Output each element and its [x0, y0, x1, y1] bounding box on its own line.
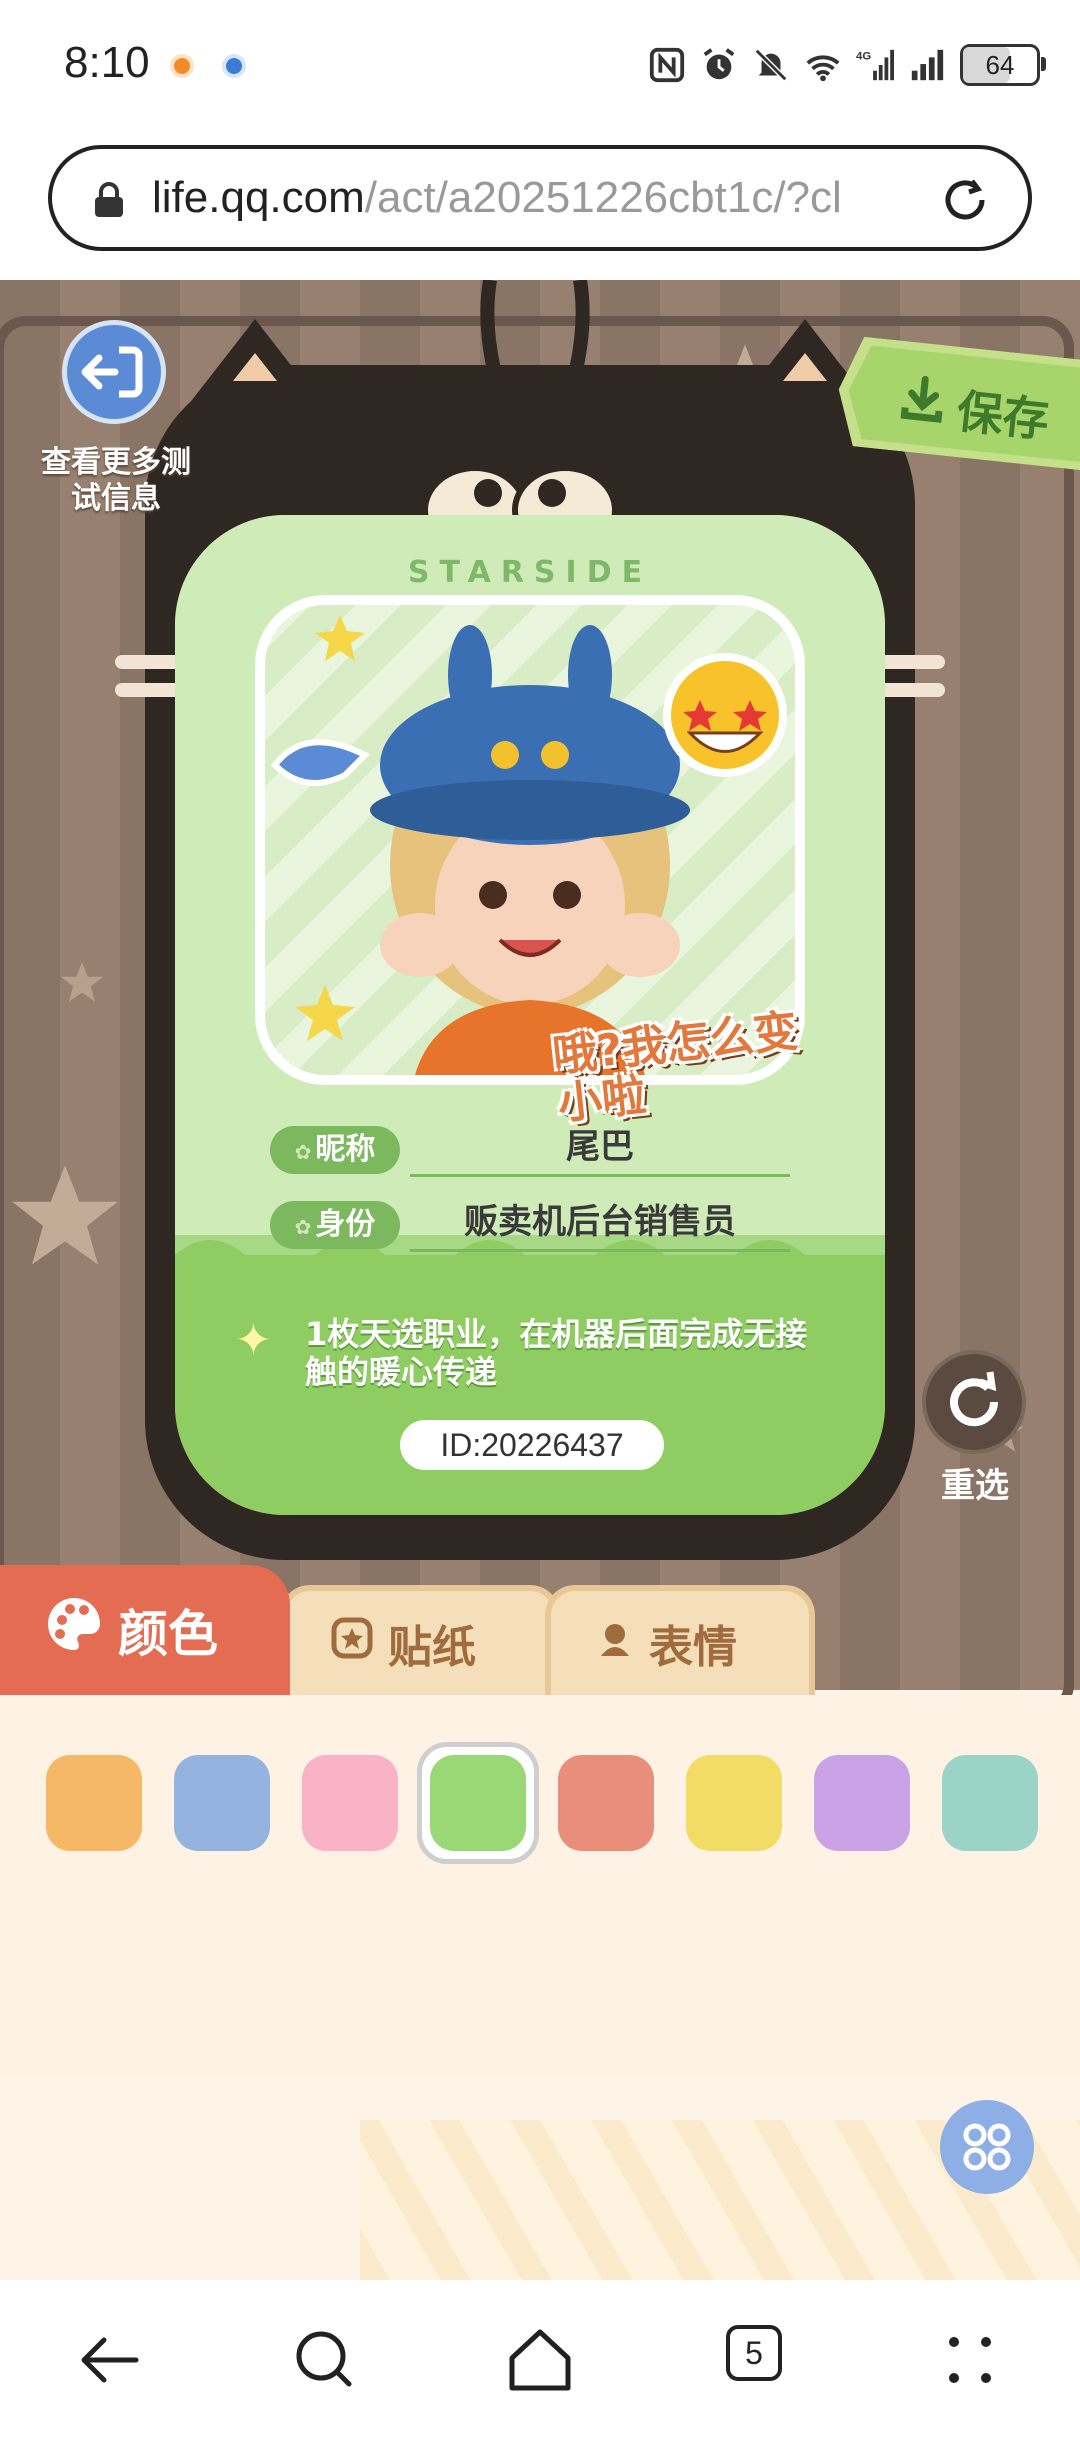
card-side-bar [875, 655, 945, 669]
refresh-icon [950, 1371, 999, 1427]
card-brand: STARSIDE [407, 555, 653, 590]
palette-icon [44, 1594, 104, 1666]
color-swatch[interactable] [302, 1755, 398, 1851]
tabs-count-button[interactable]: 5 [726, 2325, 782, 2381]
url-text[interactable]: life.qq.com/act/a20251226cbt1c/?cl [152, 173, 952, 223]
search-icon[interactable] [285, 2320, 365, 2400]
more-icon[interactable] [930, 2320, 1010, 2400]
nickname-row: 昵称 尾巴 [270, 1120, 790, 1177]
signal-icon [911, 49, 944, 81]
home-icon[interactable] [500, 2320, 580, 2400]
identity-value: 贩卖机后台销售员 [410, 1195, 790, 1252]
star-decoration-icon [12, 1165, 118, 1265]
customize-tabs: 贴纸 表情 颜色 [0, 1565, 1080, 1695]
sparkle-icon: ✦ [235, 1315, 272, 1366]
status-icons: 4G 64 [648, 40, 1046, 90]
back-info-button[interactable] [62, 320, 166, 424]
nfc-icon [649, 47, 685, 83]
card-id: ID:20226437 [400, 1420, 664, 1470]
address-bar[interactable]: life.qq.com/act/a20251226cbt1c/?cl [48, 145, 1032, 251]
status-bar: 8:10 4G 64 [0, 0, 1080, 130]
color-swatch[interactable] [686, 1755, 782, 1851]
exit-arrow-icon [81, 346, 143, 398]
save-label: 保存 [954, 384, 1052, 448]
tab-color[interactable]: 颜色 [0, 1565, 290, 1695]
color-swatch[interactable] [814, 1755, 910, 1851]
color-swatch[interactable] [46, 1755, 142, 1851]
avatar-illustration [271, 615, 787, 1075]
avatar-photo [265, 605, 795, 1075]
tab-expression[interactable]: 表情 [545, 1585, 815, 1695]
nickname-label: 昵称 [270, 1126, 400, 1174]
card-side-bar [875, 683, 945, 697]
web-page: STARSIDE 哦?我怎么变小啦 ✿ 昵称 尾巴 ✿ 身份 贩卖机后台销售员 … [0, 280, 1080, 2280]
tab-sticker-label: 贴纸 [388, 1622, 476, 1673]
job-description: 1枚天选职业，在机器后面完成无接触的暖心传递 [305, 1315, 808, 1391]
menu-fab-button[interactable] [940, 2100, 1034, 2194]
avatar-frame [255, 595, 805, 1085]
alarm-icon [703, 48, 735, 80]
reset-button[interactable] [922, 1350, 1026, 1454]
color-swatch[interactable] [558, 1755, 654, 1851]
tab-color-label: 颜色 [118, 1605, 218, 1663]
sticker-icon [330, 1616, 374, 1671]
url-path: /act/a20251226cbt1c/?cl [364, 173, 842, 222]
battery-text: 64 [985, 49, 1015, 80]
card-ear-left [185, 319, 325, 409]
back-info-label[interactable]: 查看更多测试信息 [36, 445, 196, 517]
grid-icon [963, 2123, 1011, 2171]
svg-text:4G: 4G [856, 50, 871, 62]
battery-icon: 64 [960, 44, 1046, 86]
tab-expression-label: 表情 [649, 1622, 737, 1673]
notification-dot-icon [174, 58, 190, 74]
download-icon [900, 375, 943, 423]
expression-icon [595, 1618, 635, 1669]
color-panel [0, 1695, 1080, 2075]
star-decoration-icon [60, 962, 104, 1002]
reload-icon[interactable] [938, 173, 992, 227]
back-arrow-icon[interactable] [70, 2320, 150, 2400]
signal-4g-icon: 4G [856, 49, 894, 81]
nickname-value: 尾巴 [410, 1120, 790, 1177]
status-time: 8:10 [64, 38, 150, 87]
reset-label[interactable]: 重选 [920, 1458, 1030, 1507]
lock-icon [95, 182, 123, 217]
wifi-6-icon [806, 55, 840, 82]
id-card: STARSIDE 哦?我怎么变小啦 ✿ 昵称 尾巴 ✿ 身份 贩卖机后台销售员 … [115, 319, 945, 1560]
identity-row: 身份 贩卖机后台销售员 [270, 1195, 790, 1252]
color-swatch[interactable] [942, 1755, 1038, 1851]
color-swatch[interactable] [430, 1755, 526, 1851]
browser-nav-bar [0, 2280, 1080, 2438]
url-host: life.qq.com [152, 173, 365, 222]
notification-dot-icon [226, 58, 242, 74]
mute-icon [754, 48, 788, 82]
card-face: STARSIDE 哦?我怎么变小啦 ✿ 昵称 尾巴 ✿ 身份 贩卖机后台销售员 … [175, 515, 885, 1515]
color-swatch[interactable] [174, 1755, 270, 1851]
identity-label: 身份 [270, 1201, 400, 1249]
tab-sticker[interactable]: 贴纸 [280, 1585, 560, 1695]
